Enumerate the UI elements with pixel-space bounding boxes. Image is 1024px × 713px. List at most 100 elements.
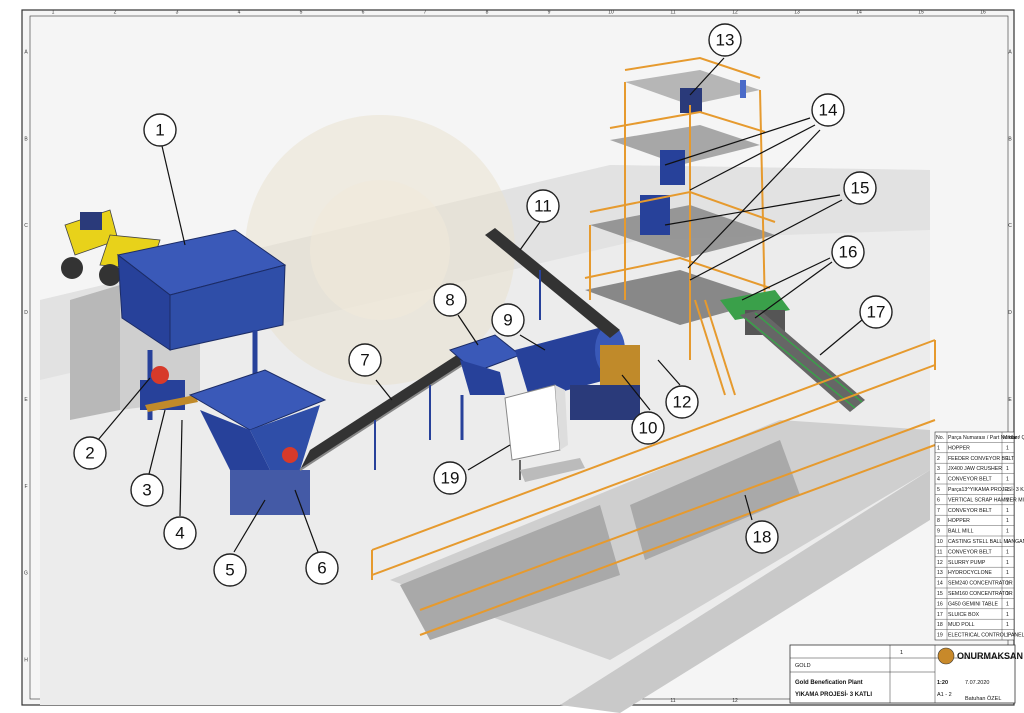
border-column-label: 12 [732,10,738,16]
border-column-label: 8 [486,10,489,16]
border-row-label: D [1008,310,1012,316]
bom-row: 14 SEM240 CONCENTRATOR1 [937,581,1013,587]
bom-part-name: CASTING STELL BALL MANGANESE ALLOY STEAL… [948,539,1024,545]
callout-17: 17 [859,295,893,329]
border-row-label: H [24,658,28,664]
bom-no: 3 [937,466,940,472]
callout-5: 5 [213,553,247,587]
callout-7: 7 [348,343,382,377]
bom-no: 17 [937,612,943,618]
border-column-label: 7 [424,10,427,16]
callout-number: 7 [360,351,369,370]
callout-12: 12 [665,385,699,419]
border-column-label: 5 [300,10,303,16]
bom-qty: 1 [1006,518,1009,524]
bom-no: 8 [937,518,940,524]
callout-number: 2 [85,444,94,463]
border-row-label: C [1008,223,1012,229]
bom-qty: 1 [1006,529,1009,535]
callout-2: 2 [73,436,107,470]
drawing-title-1: Gold Benefication Plant [795,680,863,686]
callout-9: 9 [491,303,525,337]
bom-part-name: G450 GEMINI TABLE [948,601,999,607]
bom-no: 11 [937,549,942,555]
callout-number: 13 [716,31,735,50]
border-column-label: 11 [670,10,675,16]
bom-qty: 1 [1006,570,1009,576]
bom-header: Miktar / Qty [1003,435,1024,441]
engineering-drawing-sheet: 1122334455667788991010111112121313141415… [0,0,1024,713]
bom-part-name: SLURRY PUMP [948,560,986,566]
bom-no: 19 [937,633,943,639]
callout-4: 4 [163,516,197,550]
callout-number: 14 [819,101,838,120]
bom-row: 6 VERTICAL SCRAP HAMMER MILL1 [937,497,1024,503]
callout-8: 8 [433,283,467,317]
bom-part-name: VERTICAL SCRAP HAMMER MILL [948,497,1024,503]
bom-no: 13 [937,570,943,576]
bom-qty: 1 [1006,591,1009,597]
bom-part-name: SEM240 CONCENTRATOR [948,581,1013,587]
callout-19: 19 [433,461,467,495]
bom-part-name: ELECTRICAL CONTROL PANEL [948,633,1024,639]
callout-number: 15 [851,179,870,198]
border-row-label: C [24,223,28,229]
border-row-label: F [24,484,27,490]
callout-18: 18 [745,520,779,554]
bom-header: No. [936,435,944,441]
bom-qty: 1 [1006,633,1009,639]
bom-part-name: HYDROCYCLONE [948,570,992,576]
border-row-label: G [24,571,28,577]
bom-qty: 1 [1006,612,1009,618]
callout-13: 13 [708,23,742,57]
sheet-size: A1 - 2 [937,692,952,698]
border-column-label: 14 [856,10,862,16]
callout-number: 19 [441,469,460,488]
bom-part-name: JX400 JAW CRUSHER [948,466,1002,472]
bom-no: 7 [937,508,940,514]
bom-no: 4 [937,477,940,483]
bom-part-name: CONVEYOR BELT [948,477,993,483]
callout-number: 16 [839,243,858,262]
border-column-label: 12 [732,698,738,704]
bom-no: 9 [937,529,940,535]
bom-part-name: HOPPER [948,518,970,524]
bom-qty: 1 [1006,477,1009,483]
bom-part-name: FEEDER CONVEYOR BELT [948,456,1015,462]
callout-11: 11 [526,189,560,223]
bom-part-name: Parça13^YIKAMA PROJESİ- 3 KATLI [948,486,1024,493]
border-column-label: 13 [794,10,800,16]
bom-part-name: SLUICE BOX [948,612,980,618]
bom-no: 16 [937,601,943,607]
bom-no: 10 [937,539,943,545]
bill-of-materials-table: No. Parça Numarası / Part NumberMiktar / … [934,431,1024,641]
callout-number: 18 [753,528,772,547]
bom-no: 18 [937,622,943,628]
callout-number: 8 [445,291,454,310]
border-column-label: 1 [52,10,55,16]
callout-16: 16 [831,235,865,269]
callout-number: 12 [673,393,692,412]
bom-qty: 1 [1006,466,1009,472]
bom-qty: 1 [1006,622,1009,628]
bom-part-name: SEM160 CONCENTRATOR [948,591,1013,597]
scale-value: 1:20 [937,680,948,686]
border-column-label: 15 [918,10,924,16]
bom-row: 19 ELECTRICAL CONTROL PANEL1 [937,633,1024,639]
drawer-name: Batuhan ÖZEL [965,695,1001,702]
border-column-label: 2 [114,10,117,16]
bom-qty: 1 [1006,487,1009,493]
bom-no: 15 [937,591,943,597]
bom-qty: 1 [1006,581,1009,587]
border-column-label: 6 [362,10,365,16]
border-column-label: 16 [980,10,986,16]
sheet-number: 1 [900,650,903,656]
date-value: 7.07.2020 [965,680,989,686]
callout-number: 9 [503,311,512,330]
callout-number: 5 [225,561,234,580]
company-logo-gear-icon [937,647,955,665]
border-column-label: 11 [670,698,675,704]
bom-qty: 1 [1006,560,1009,566]
bom-no: 5 [937,487,940,493]
bom-no: 6 [937,497,940,503]
